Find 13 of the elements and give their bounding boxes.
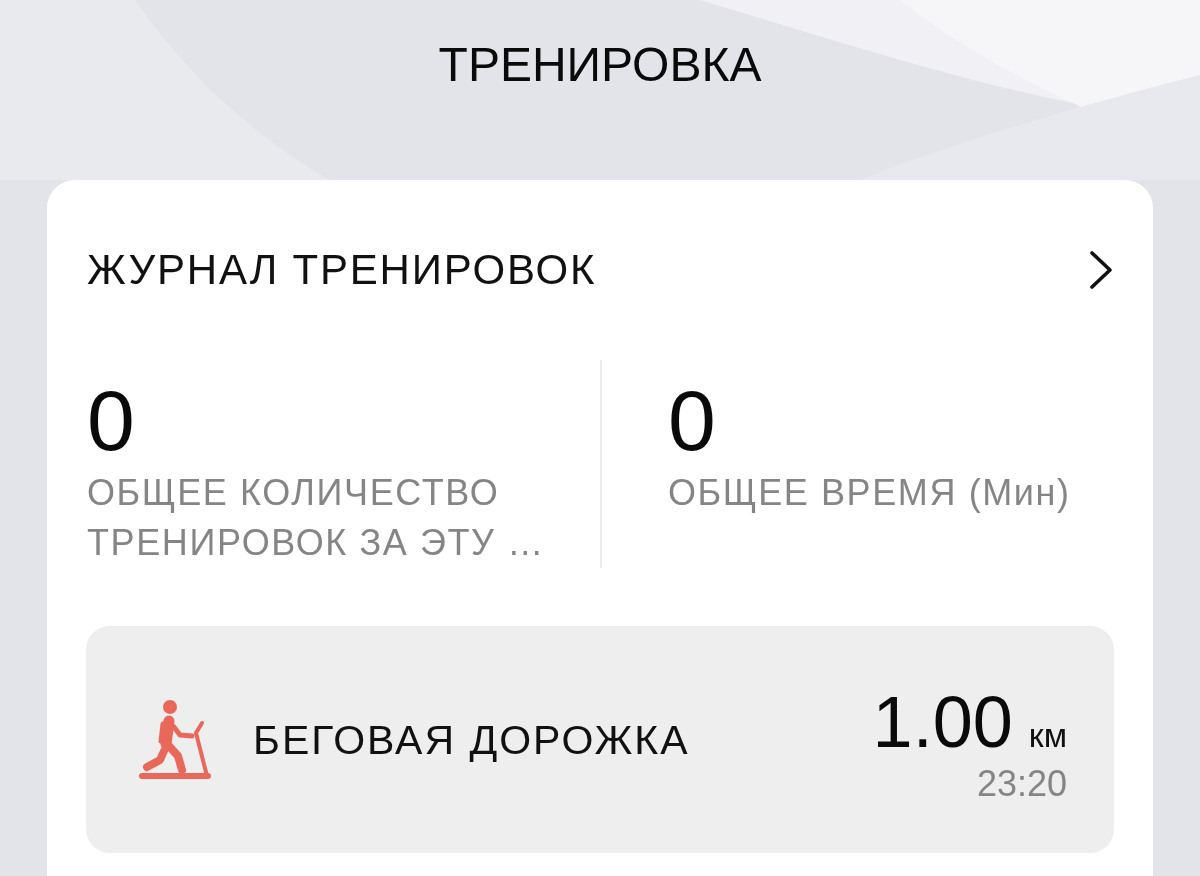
activity-row[interactable]: БЕГОВАЯ ДОРОЖКА 1.00 км 23:20 bbox=[86, 626, 1114, 853]
activity-name: БЕГОВАЯ ДОРОЖКА bbox=[253, 715, 690, 765]
card-title: ЖУРНАЛ ТРЕНИРОВОК bbox=[87, 245, 597, 295]
treadmill-walker-icon bbox=[138, 698, 212, 781]
chevron-right-icon[interactable] bbox=[1089, 250, 1113, 290]
activity-time: 23:20 bbox=[976, 761, 1067, 806]
stat-value: 0 bbox=[87, 377, 135, 463]
distance-value: 1.00 bbox=[872, 681, 1013, 762]
distance-unit: км bbox=[1028, 714, 1067, 755]
stat-value: 0 bbox=[668, 377, 716, 463]
page-title: ТРЕНИРОВКА bbox=[438, 37, 762, 93]
stat-label: ОБЩЕЕ ВРЕМЯ (Мин) bbox=[668, 471, 1071, 515]
stat-label: ОБЩЕЕ КОЛИЧЕСТВО ТРЕНИРОВОК ЗА ЭТУ … bbox=[87, 471, 546, 565]
